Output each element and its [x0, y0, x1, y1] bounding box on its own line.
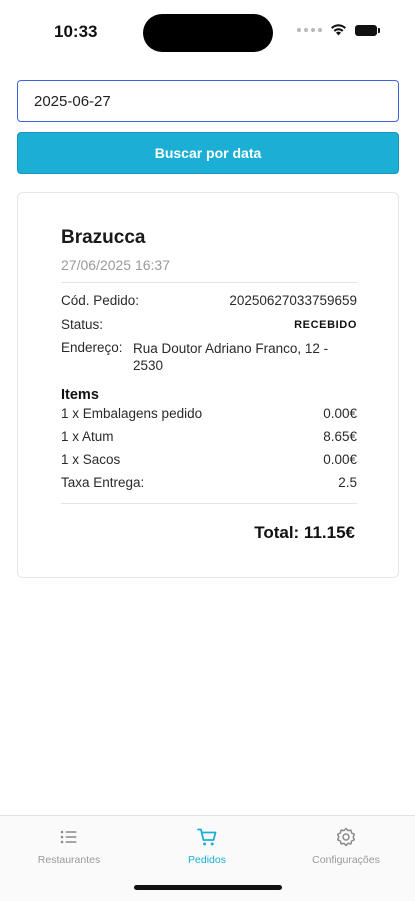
tab-label: Restaurantes [37, 854, 101, 866]
order-datetime: 27/06/2025 16:37 [61, 257, 170, 273]
delivery-fee-row: Taxa Entrega: 2.5 [61, 475, 357, 493]
item-label: 1 x Embalagens pedido [61, 406, 203, 421]
wifi-icon [331, 24, 346, 36]
list-icon [60, 830, 77, 844]
divider [61, 503, 357, 504]
order-address-row: Endereço: Rua Doutor Adriano Franco, 12 … [61, 340, 357, 376]
search-button-label: Buscar por data [154, 145, 262, 161]
order-code-label: Cód. Pedido: [61, 293, 140, 308]
restaurant-name: Brazucca [61, 227, 146, 248]
list-item: 1 x Embalagens pedido 0.00€ [61, 406, 357, 424]
status-icons [297, 24, 380, 36]
dynamic-island [143, 14, 273, 52]
order-address-label: Endereço: [61, 340, 123, 355]
order-address-value: Rua Doutor Adriano Franco, 12 - 2530 [133, 341, 329, 373]
item-label: 1 x Atum [61, 429, 114, 444]
tab-restaurantes[interactable]: Restaurantes [0, 824, 138, 868]
order-status-label: Status: [61, 317, 104, 332]
order-code-row: Cód. Pedido: 20250627033759659 [61, 293, 357, 311]
order-code-value: 20250627033759659 [229, 293, 357, 308]
cart-icon [197, 828, 217, 846]
list-item: 1 x Sacos 0.00€ [61, 452, 357, 470]
item-price: 0.00€ [323, 406, 357, 421]
order-card: Brazucca 27/06/2025 16:37 Cód. Pedido: 2… [17, 192, 399, 578]
list-item: 1 x Atum 8.65€ [61, 429, 357, 447]
divider [61, 282, 357, 283]
item-label: 1 x Sacos [61, 452, 121, 467]
tab-pedidos[interactable]: Pedidos [138, 824, 276, 868]
date-input[interactable] [17, 80, 399, 122]
gear-icon [336, 827, 356, 847]
status-time: 10:33 [54, 22, 98, 41]
item-price: 8.65€ [323, 429, 357, 444]
home-indicator[interactable] [134, 885, 282, 890]
tab-label: Configurações [312, 854, 380, 866]
search-by-date-button[interactable]: Buscar por data [17, 132, 399, 174]
delivery-fee-label: Taxa Entrega: [61, 475, 145, 490]
status-bar: 10:33 [0, 0, 415, 70]
battery-icon [355, 24, 380, 36]
status-badge: RECEBIDO [294, 319, 357, 331]
tab-label: Pedidos [188, 854, 226, 866]
cellular-signal-icon [297, 28, 322, 32]
items-heading: Items [61, 387, 99, 403]
item-price: 0.00€ [323, 452, 357, 467]
order-status-row: Status: RECEBIDO [61, 317, 357, 335]
tab-configuracoes[interactable]: Configurações [277, 824, 415, 868]
order-total: Total: 11.15€ [254, 523, 355, 542]
delivery-fee-value: 2.5 [338, 475, 357, 490]
